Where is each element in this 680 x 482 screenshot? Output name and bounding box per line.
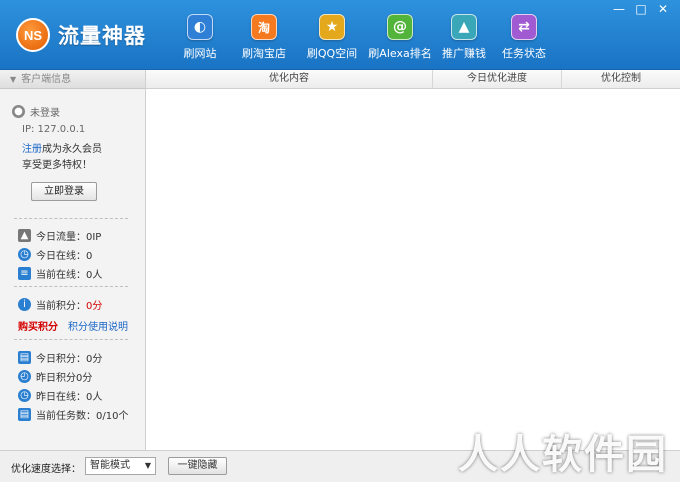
today-points-text: 今日积分：0分 [36,354,103,365]
nav-brush-alexa[interactable]: @ 刷Alexa排名 [366,0,434,70]
nav-label: 刷网站 [183,47,217,60]
close-button[interactable]: ✕ [652,0,674,18]
nav-label: 刷Alexa排名 [368,47,432,60]
panel-title: 客户端信息 [21,74,72,85]
title-bar: NS 流量神器 ◐ 刷网站 淘 刷淘宝店 ★ 刷QQ空间 @ 刷Alexa排名 … [0,0,680,70]
alexa-icon: @ [387,14,413,40]
logo-icon: NS [16,18,50,52]
info-icon: i [18,298,31,311]
column-header-control[interactable]: 优化控制 [562,70,680,88]
nav-brush-website[interactable]: ◐ 刷网站 [170,0,230,70]
today-online-text: 今日在线：0 [36,251,93,262]
nav-label: 刷淘宝店 [242,47,286,60]
points-help-link[interactable]: 积分使用说明 [68,318,128,333]
task-count-text: 当前任务数：0/10个 [36,411,129,422]
one-click-hide-button[interactable]: 一键隐藏 [168,457,227,475]
yesterday-online-text: 昨日在线：0人 [36,392,103,403]
taobao-icon: 淘 [251,14,277,40]
star-icon: ★ [319,14,345,40]
perks-text: 享受更多特权！ [22,160,92,171]
login-status-text: 未登录 [30,108,60,119]
yesterday-online: ◷ 昨日在线：0人 [18,388,102,403]
maximize-button[interactable]: □ [630,0,652,18]
current-points: i 当前积分： 0分 [18,297,102,312]
points-label: 当前积分： [36,301,86,312]
alarm-clock-icon: ◷ [18,389,31,402]
rocket-icon: ▲ [451,14,477,40]
register-link[interactable]: 注册 [22,140,42,155]
current-online-text: 当前在线：0人 [36,270,103,281]
nav-task-status[interactable]: ⇄ 任务状态 [494,0,554,70]
panel-header[interactable]: ▼ 客户端信息 [0,70,145,89]
yesterday-points-text: 昨日积分0分 [36,373,93,384]
divider [14,286,128,287]
chevron-down-icon: ▼ [144,461,151,470]
chart-icon: ▤ [18,351,31,364]
login-button[interactable]: 立即登录 [31,182,97,201]
window-controls: — □ ✕ [608,0,674,18]
nav-brush-qzone[interactable]: ★ 刷QQ空间 [298,0,366,70]
column-header-progress[interactable]: 今日优化进度 [433,70,562,88]
points-value: 0分 [86,301,103,312]
column-header-content[interactable]: 优化内容 [146,70,433,88]
speed-label: 优化速度选择： [11,464,81,475]
nav-label: 刷QQ空间 [306,47,358,60]
today-traffic: ▲ 今日流量：0IP [18,228,101,243]
points-links: 购买积分 积分使用说明 [18,318,128,333]
watermark: 人人软件园 [458,432,668,478]
buy-points-link[interactable]: 购买积分 [18,318,58,333]
optimization-table: 优化内容 今日优化进度 优化控制 [146,70,680,450]
alarm-clock-icon: ◷ [18,248,31,261]
divider [14,339,128,340]
register-row: 注册 成为永久会员 [22,140,102,155]
clock-icon: ◴ [18,370,31,383]
current-online: ≡ 当前在线：0人 [18,266,102,281]
nav-brush-taobao[interactable]: 淘 刷淘宝店 [230,0,298,70]
chart-icon: ▤ [18,408,31,421]
thumbs-up-icon: ▲ [18,229,31,242]
minimize-button[interactable]: — [608,0,630,18]
client-info-panel: ▼ 客户端信息 ● 未登录 IP: 127.0.0.1 注册 成为永久会员 享受更… [0,70,146,450]
user-icon: ● [12,105,25,118]
speed-select-value: 智能模式 [90,460,130,471]
today-points: ▤ 今日积分：0分 [18,350,102,365]
collapse-triangle-icon: ▼ [10,75,17,84]
nav-label: 推广赚钱 [442,47,486,60]
main-nav: ◐ 刷网站 淘 刷淘宝店 ★ 刷QQ空间 @ 刷Alexa排名 ▲ 推广赚钱 ⇄… [170,0,554,70]
swap-icon: ⇄ [511,14,537,40]
globe-icon: ◐ [187,14,213,40]
ip-address: IP: 127.0.0.1 [22,124,86,135]
nav-label: 任务状态 [502,47,546,60]
speed-select[interactable]: 智能模式 ▼ [85,457,156,475]
list-icon: ≡ [18,267,31,280]
app-logo: NS 流量神器 [16,18,146,52]
divider [14,218,128,219]
app-title: 流量神器 [58,24,146,48]
user-status: ● 未登录 [12,104,60,119]
table-header: 优化内容 今日优化进度 优化控制 [146,70,680,89]
today-online: ◷ 今日在线：0 [18,247,92,262]
nav-promote-earn[interactable]: ▲ 推广赚钱 [434,0,494,70]
today-traffic-text: 今日流量：0IP [36,232,102,243]
register-text: 成为永久会员 [42,144,102,155]
yesterday-points: ◴ 昨日积分0分 [18,369,92,384]
task-count: ▤ 当前任务数：0/10个 [18,407,128,422]
